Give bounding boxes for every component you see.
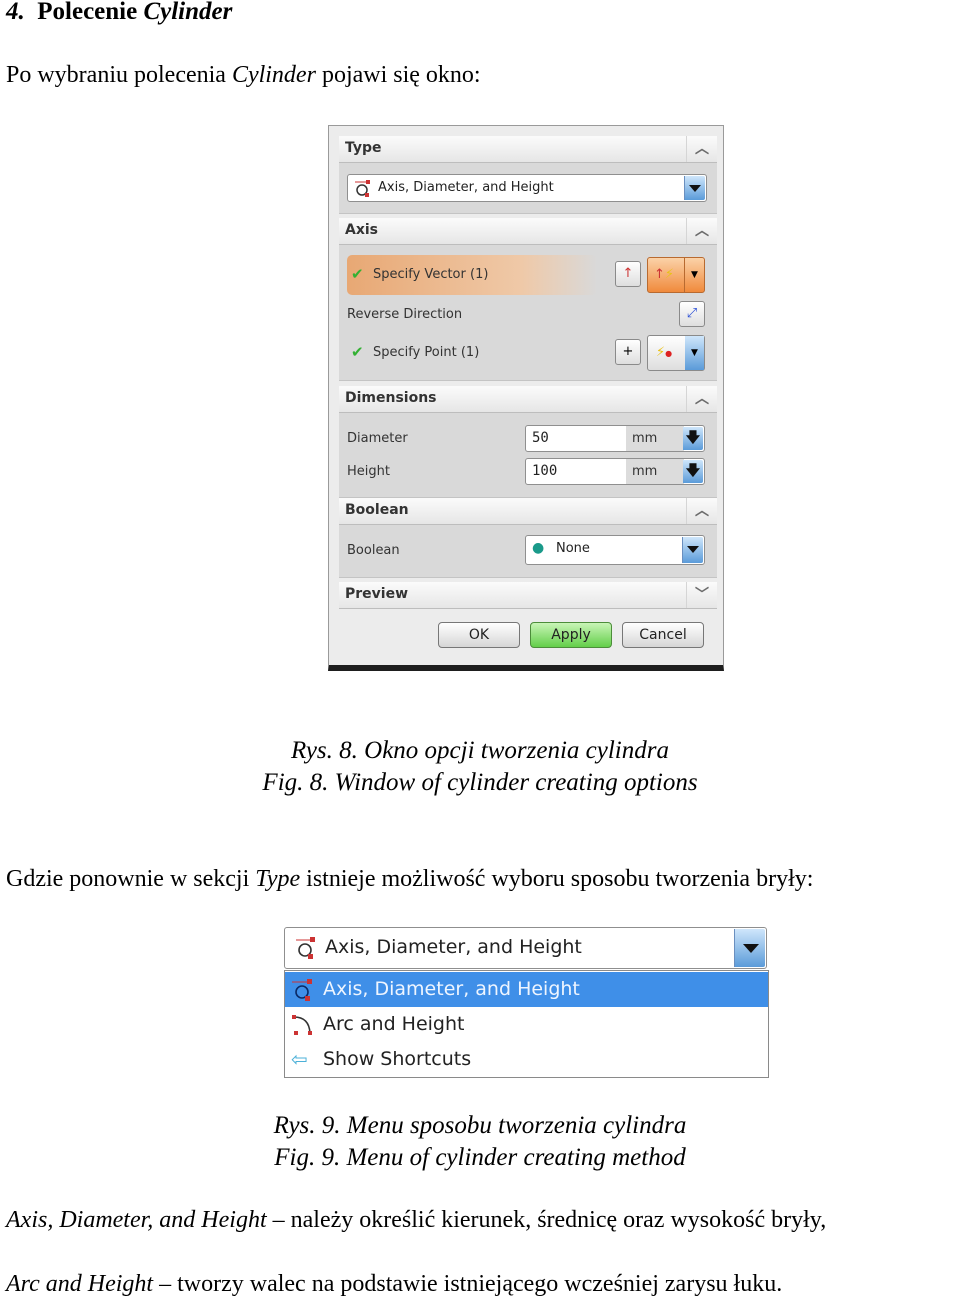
point-dialog-button[interactable]: + bbox=[615, 339, 641, 365]
menu-item-label: Arc and Height bbox=[323, 1013, 465, 1035]
diameter-input[interactable]: 50 mm 🡇 bbox=[525, 425, 705, 452]
boolean-select-value: None bbox=[556, 541, 590, 556]
intro-italic: Cylinder bbox=[231, 62, 316, 88]
definition-arc-height: Arc and Height – tworzy walec na podstaw… bbox=[6, 1271, 782, 1298]
type-select-value: Axis, Diameter, and Height bbox=[378, 180, 554, 195]
expand-chevron-icon[interactable]: ﹀ bbox=[686, 582, 717, 608]
ok-button[interactable]: OK bbox=[438, 622, 520, 648]
dimensions-section-title: Dimensions bbox=[345, 390, 437, 406]
intro-after: pojawi się okno: bbox=[321, 62, 481, 88]
dimensions-section-header[interactable]: Dimensions ︿ bbox=[339, 386, 717, 413]
figure9-caption-en: Fig. 9. Menu of cylinder creating method bbox=[274, 1144, 686, 1171]
type-section-title: Type bbox=[345, 140, 382, 156]
inferred-vector-button[interactable]: ↑⚡ ▼ bbox=[647, 257, 705, 293]
definition-term: Arc and Height bbox=[6, 1271, 154, 1297]
reverse-direction-label: Reverse Direction bbox=[347, 307, 463, 322]
axis-section-title: Axis bbox=[345, 222, 378, 238]
dropdown-arrow-icon[interactable]: ▼ bbox=[684, 258, 704, 292]
collapse-chevron-icon[interactable]: ︿ bbox=[686, 386, 717, 412]
boolean-none-icon: ● bbox=[532, 540, 545, 556]
definition-text: – tworzy walec na podstawie istniejącego… bbox=[159, 1271, 783, 1297]
definition-text: – należy określić kierunek, średnicę ora… bbox=[272, 1207, 827, 1233]
figure9-caption-pl: Rys. 9. Menu sposobu tworzenia cylindra bbox=[273, 1112, 687, 1139]
menu-item-show-shortcuts[interactable]: ⇦ Show Shortcuts bbox=[285, 1042, 768, 1077]
definition-axis-diameter-height: Axis, Diameter, and Height – należy okre… bbox=[6, 1207, 826, 1234]
menu-item-label: Axis, Diameter, and Height bbox=[323, 978, 580, 1000]
cylinder-dialog: Type ︿ Axis, Diameter, and Height Axis ︿… bbox=[328, 125, 724, 671]
heading-italic: Cylinder bbox=[143, 0, 233, 25]
figure8-caption-en: Fig. 8. Window of cylinder creating opti… bbox=[262, 769, 698, 796]
vector-lightning-icon: ↑⚡ bbox=[654, 267, 675, 282]
boolean-select[interactable]: ● None bbox=[525, 535, 705, 565]
boolean-section-body: Boolean ● None bbox=[339, 525, 717, 578]
vector-dialog-button[interactable]: ↑ bbox=[615, 261, 641, 287]
inferred-point-button[interactable]: ⚡● ▼ bbox=[647, 335, 705, 371]
dropdown-arrow-icon[interactable]: ▼ bbox=[685, 336, 704, 370]
height-label: Height bbox=[347, 464, 390, 479]
diameter-value[interactable]: 50 bbox=[532, 430, 549, 446]
down-arrow-icon[interactable]: 🡇 bbox=[683, 460, 703, 483]
dropdown-arrow-icon[interactable] bbox=[734, 929, 765, 967]
type-paragraph: Gdzie ponownie w sekcji Type istnieje mo… bbox=[6, 866, 813, 893]
menu-item-arc-height[interactable]: Arc and Height bbox=[285, 1007, 768, 1042]
dropdown-arrow-icon[interactable] bbox=[684, 176, 705, 200]
collapse-chevron-icon[interactable]: ︿ bbox=[686, 498, 717, 524]
preview-section-header[interactable]: Preview ﹀ bbox=[339, 582, 717, 609]
cancel-button[interactable]: Cancel bbox=[622, 622, 704, 648]
type-select-value: Axis, Diameter, and Height bbox=[325, 936, 582, 958]
reverse-direction-button[interactable]: ⤢ bbox=[679, 301, 705, 327]
menu-item-label: Show Shortcuts bbox=[323, 1048, 472, 1070]
heading-text: Polecenie bbox=[37, 0, 138, 25]
point-lightning-icon: ⚡● bbox=[656, 345, 673, 360]
type-select[interactable]: Axis, Diameter, and Height bbox=[347, 174, 707, 202]
type-menu-figure: Axis, Diameter, and Height Axis, Diamete… bbox=[284, 927, 769, 1079]
dropdown-arrow-icon[interactable] bbox=[682, 537, 703, 563]
axis-section-header[interactable]: Axis ︿ bbox=[339, 218, 717, 245]
type-select-expanded[interactable]: Axis, Diameter, and Height bbox=[284, 927, 767, 969]
intro-paragraph: Po wybraniu polecenia Cylinder pojawi si… bbox=[6, 62, 481, 89]
boolean-label: Boolean bbox=[347, 543, 400, 558]
specify-vector-label[interactable]: Specify Vector (1) bbox=[373, 267, 488, 282]
para2-italic: Type bbox=[255, 866, 301, 892]
cylinder-axis-icon bbox=[292, 979, 312, 1001]
preview-section-title: Preview bbox=[345, 586, 409, 602]
para2-before: Gdzie ponownie w sekcji bbox=[6, 866, 250, 892]
dimensions-section-body: Diameter 50 mm 🡇 Height 100 mm 🡇 bbox=[339, 413, 717, 498]
collapse-chevron-icon[interactable]: ︿ bbox=[686, 136, 717, 162]
diameter-unit: mm bbox=[626, 426, 684, 451]
collapse-chevron-icon[interactable]: ︿ bbox=[686, 218, 717, 244]
diameter-label: Diameter bbox=[347, 431, 408, 446]
down-arrow-icon[interactable]: 🡇 bbox=[683, 427, 703, 450]
type-section-header[interactable]: Type ︿ bbox=[339, 136, 717, 163]
section-heading: 4. Polecenie Cylinder bbox=[6, 0, 232, 26]
height-input[interactable]: 100 mm 🡇 bbox=[525, 458, 705, 485]
specify-point-label[interactable]: Specify Point (1) bbox=[373, 345, 479, 360]
definition-term: Axis, Diameter, and Height bbox=[6, 1207, 267, 1233]
checkmark-icon: ✔ bbox=[351, 265, 364, 283]
left-arrow-icon: ⇦ bbox=[291, 1047, 308, 1071]
cylinder-axis-icon bbox=[355, 180, 370, 197]
arc-icon bbox=[292, 1015, 312, 1035]
menu-item-axis-diameter-height[interactable]: Axis, Diameter, and Height bbox=[285, 972, 768, 1007]
checkmark-icon: ✔ bbox=[351, 343, 364, 361]
apply-button[interactable]: Apply bbox=[530, 622, 612, 648]
boolean-section-header[interactable]: Boolean ︿ bbox=[339, 498, 717, 525]
heading-number: 4. bbox=[6, 0, 25, 25]
height-value[interactable]: 100 bbox=[532, 463, 557, 479]
axis-section-body: ✔ Specify Vector (1) ↑ ↑⚡ ▼ Reverse Direc… bbox=[339, 245, 717, 381]
figure8-caption-pl: Rys. 8. Okno opcji tworzenia cylindra bbox=[291, 737, 669, 764]
type-section-body: Axis, Diameter, and Height bbox=[339, 163, 717, 214]
intro-before: Po wybraniu polecenia bbox=[6, 62, 226, 88]
boolean-section-title: Boolean bbox=[345, 502, 409, 518]
type-dropdown-menu: Axis, Diameter, and Height Arc and Heigh… bbox=[284, 970, 769, 1078]
cylinder-axis-icon bbox=[296, 937, 315, 959]
para2-after: istnieje możliwość wyboru sposobu tworze… bbox=[306, 866, 814, 892]
height-unit: mm bbox=[626, 459, 684, 484]
